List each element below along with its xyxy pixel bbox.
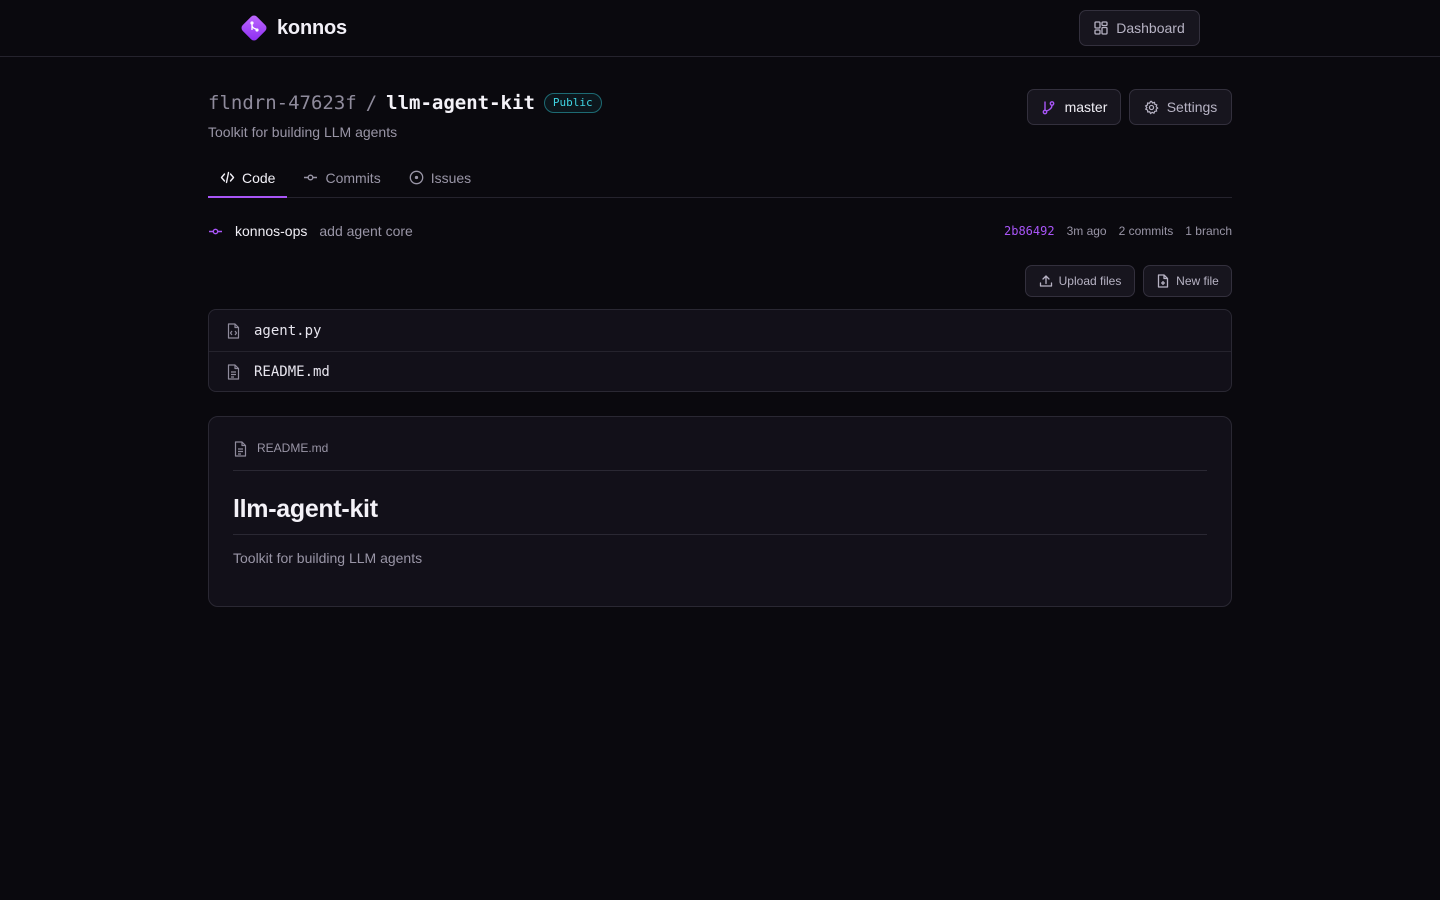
tab-issues[interactable]: Issues	[397, 158, 483, 197]
text-file-icon	[227, 364, 240, 380]
tab-commits[interactable]: Commits	[291, 158, 392, 197]
commit-icon	[304, 174, 318, 181]
brand-logo-link[interactable]: konnos	[239, 13, 347, 43]
commit-meta: 2b86492 3m ago 2 commits 1 branch	[1004, 219, 1232, 243]
text-file-icon	[234, 441, 247, 457]
readme-filename: README.md	[257, 441, 329, 455]
tab-commits-label: Commits	[325, 169, 381, 186]
code-file-icon	[227, 322, 240, 339]
readme-header: README.md	[233, 435, 1207, 471]
commit-sha-link[interactable]: 2b86492	[1004, 224, 1055, 238]
dashboard-label: Dashboard	[1116, 20, 1185, 36]
tab-code-label: Code	[242, 169, 276, 186]
repo-name-link[interactable]: llm-agent-kit	[386, 92, 535, 114]
settings-label: Settings	[1166, 99, 1218, 115]
settings-button[interactable]: Settings	[1129, 89, 1232, 125]
branch-selector-button[interactable]: master	[1027, 89, 1121, 125]
git-branch-icon	[1042, 100, 1054, 114]
tab-code[interactable]: Code	[208, 158, 288, 198]
branch-count-link[interactable]: 1 branch	[1185, 224, 1232, 238]
new-file-label: New file	[1176, 274, 1219, 288]
code-icon	[220, 171, 235, 184]
dashboard-button[interactable]: Dashboard	[1079, 10, 1200, 46]
upload-files-button[interactable]: Upload files	[1025, 265, 1135, 297]
last-commit-row: konnos-ops add agent core 2b86492 3m ago…	[208, 219, 1232, 243]
top-nav: konnos Dashboard	[0, 0, 1440, 57]
file-name: agent.py	[254, 322, 322, 339]
upload-files-label: Upload files	[1058, 274, 1122, 288]
file-name: README.md	[254, 364, 330, 380]
visibility-badge: Public	[543, 93, 602, 113]
issue-icon	[409, 170, 424, 185]
brand-name: konnos	[277, 16, 347, 39]
commit-count-link[interactable]: 2 commits	[1119, 224, 1174, 238]
commit-time: 3m ago	[1066, 224, 1107, 238]
upload-icon	[1039, 275, 1052, 287]
commit-author[interactable]: konnos-ops	[235, 223, 307, 239]
readme-heading: llm-agent-kit	[233, 493, 1207, 535]
new-file-button[interactable]: New file	[1143, 265, 1232, 297]
path-separator: /	[365, 92, 378, 114]
gear-icon	[1144, 100, 1159, 114]
commit-icon	[209, 228, 222, 234]
grid-icon	[1094, 21, 1108, 35]
new-file-icon	[1158, 274, 1169, 288]
commit-message: add agent core	[319, 223, 413, 239]
repo-tabs: Code Commits Issues	[208, 158, 1232, 198]
file-row-agent-py[interactable]: agent.py	[209, 310, 1231, 351]
tab-issues-label: Issues	[430, 169, 472, 186]
readme-body: Toolkit for building LLM agents	[233, 550, 423, 566]
branch-label: master	[1064, 99, 1108, 115]
konnos-logo-icon	[241, 15, 267, 41]
file-list: agent.py README.md	[208, 309, 1232, 392]
repo-owner-link[interactable]: flndrn-47623f	[208, 92, 357, 114]
file-row-readme-md[interactable]: README.md	[209, 351, 1231, 391]
readme-panel: README.md llm-agent-kit Toolkit for buil…	[208, 416, 1232, 607]
repo-title: flndrn-47623f / llm-agent-kit Public	[208, 88, 602, 118]
repo-description: Toolkit for building LLM agents	[208, 124, 398, 140]
